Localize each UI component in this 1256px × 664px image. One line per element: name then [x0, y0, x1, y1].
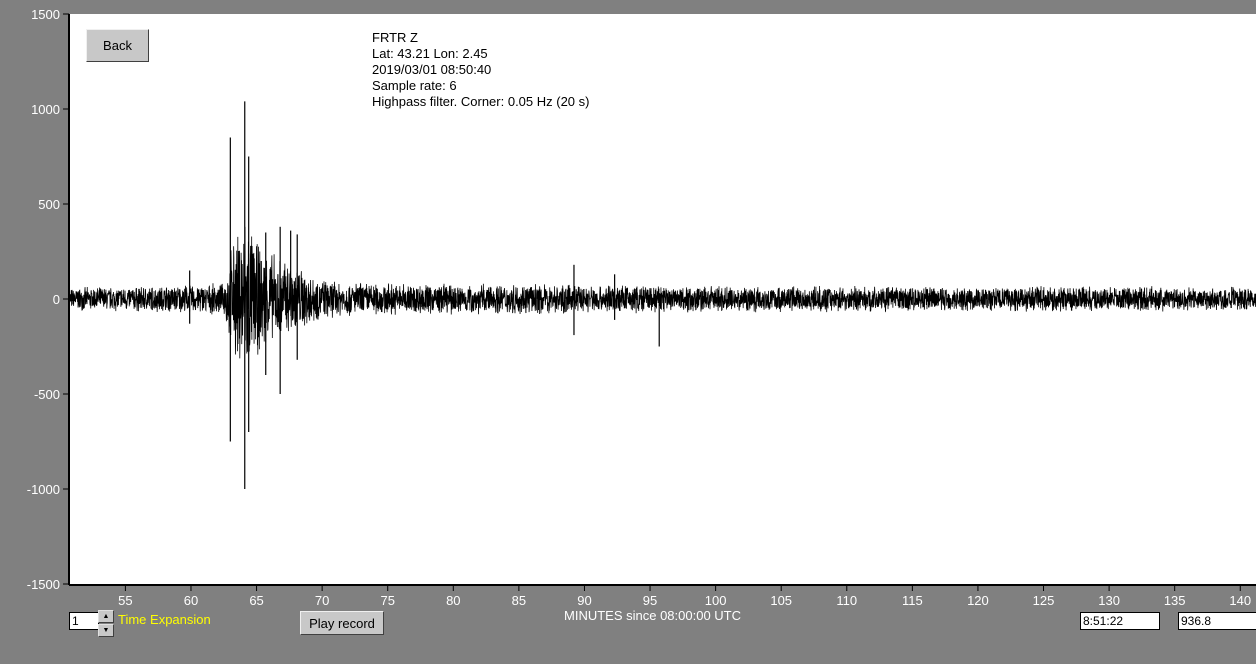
y-tick-label: 1000 [31, 102, 60, 117]
datetime-label: 2019/03/01 08:50:40 [372, 62, 491, 77]
y-axis-labels: 1500 1000 500 0 -500 -1000 -1500 [27, 7, 69, 592]
cursor-time-field[interactable] [1080, 612, 1160, 630]
latlon-label: Lat: 43.21 Lon: 2.45 [372, 46, 488, 61]
y-tick-label: 1500 [31, 7, 60, 22]
x-tick-label: 90 [577, 593, 591, 608]
x-tick-label: 110 [836, 593, 857, 608]
x-tick-label: 70 [315, 593, 329, 608]
x-tick-label: 60 [184, 593, 198, 608]
y-tick-label: -1500 [27, 577, 60, 592]
sample-rate-label: Sample rate: 6 [372, 78, 457, 93]
x-tick-label: 135 [1164, 593, 1186, 608]
y-tick-label: -500 [34, 387, 60, 402]
x-tick-label: 105 [770, 593, 792, 608]
play-record-button[interactable]: Play record [300, 611, 384, 635]
x-tick-label: 65 [249, 593, 263, 608]
x-tick-label: 75 [380, 593, 394, 608]
y-tick-label: -1000 [27, 482, 60, 497]
x-axis-title: MINUTES since 08:00:00 UTC [564, 608, 742, 623]
x-tick-label: 115 [902, 593, 923, 608]
spin-down-arrow-icon[interactable]: ▼ [98, 624, 114, 637]
station-label: FRTR Z [372, 30, 418, 45]
back-button[interactable]: Back [86, 29, 149, 62]
cursor-value-field[interactable] [1178, 612, 1256, 630]
x-tick-label: 80 [446, 593, 460, 608]
y-tick-label: 0 [53, 292, 60, 307]
x-tick-label: 85 [512, 593, 526, 608]
x-tick-label: 140 [1229, 593, 1251, 608]
x-axis-labels: 55 60 65 70 75 80 85 90 95 100 105 110 115 120 125 130 1… [118, 585, 1251, 608]
x-tick-label: 95 [643, 593, 657, 608]
filter-label: Highpass filter. Corner: 0.05 Hz (20 s) [372, 94, 589, 109]
time-expansion-input[interactable] [69, 612, 99, 630]
seismogram-plot: 1500 1000 500 0 -500 -1000 -1500 55 60 65 70 75 80 8… [27, 7, 1256, 608]
time-expansion-label: Time Expansion [118, 612, 211, 627]
x-tick-label: 55 [118, 593, 132, 608]
x-tick-label: 130 [1098, 593, 1120, 608]
x-tick-label: 120 [967, 593, 989, 608]
x-tick-label: 100 [705, 593, 727, 608]
y-tick-label: 500 [38, 197, 60, 212]
x-tick-label: 125 [1033, 593, 1055, 608]
spin-up-arrow-icon[interactable]: ▲ [98, 610, 114, 623]
